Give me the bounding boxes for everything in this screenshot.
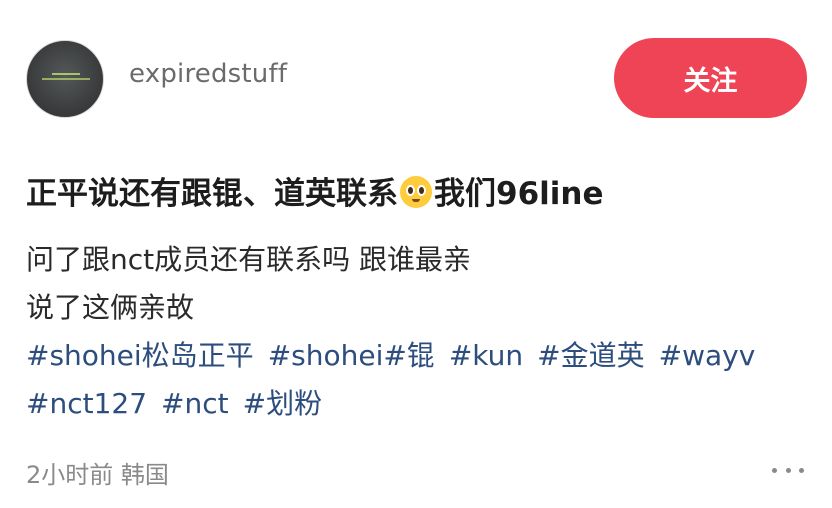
more-dot	[799, 467, 804, 473]
avatar[interactable]	[26, 40, 104, 118]
hashtag-link[interactable]: #划粉	[243, 387, 322, 420]
avatar-screen-text-line	[52, 73, 80, 75]
hashtag-row: #shohei松岛正平 #shohei#锟 #kun #金道英 #wayv	[26, 332, 816, 380]
body-line: 问了跟nct成员还有联系吗 跟谁最亲	[26, 243, 472, 276]
hashtag-list: #shohei松岛正平 #shohei#锟 #kun #金道英 #wayv #nct12…	[26, 332, 816, 428]
more-dot	[785, 467, 791, 473]
emoji-mouth	[412, 199, 420, 202]
hashtag-row: #nct127 #nct #划粉	[26, 380, 816, 428]
hashtag-link[interactable]: #wayv	[659, 339, 756, 372]
post-meta: 2小时前 韩国	[26, 461, 169, 489]
post-header: expiredstuff 关注	[0, 0, 832, 120]
body-line: 说了这俩亲故	[26, 291, 195, 324]
avatar-screen-text-line	[42, 78, 90, 80]
hashtag-link[interactable]: #shohei#锟	[268, 339, 435, 372]
more-dot	[772, 467, 777, 473]
title-text-suffix: 我们96line	[434, 176, 604, 212]
post-title: 正平说还有跟锟、道英联系 我们96line	[26, 168, 816, 213]
username[interactable]: expiredstuff	[129, 59, 287, 89]
follow-button[interactable]: 关注	[614, 38, 807, 118]
post-body: 问了跟nct成员还有联系吗 跟谁最亲 说了这俩亲故	[26, 236, 816, 332]
hashtag-link[interactable]: #nct	[161, 387, 229, 420]
hashtag-link[interactable]: #金道英	[537, 339, 644, 372]
hashtag-link[interactable]: #nct127	[26, 387, 147, 420]
title-text: 正平说还有跟锟、道英联系	[26, 176, 398, 212]
hashtag-link[interactable]: #kun	[449, 339, 523, 372]
pleading-face-emoji-icon	[400, 176, 432, 208]
hashtag-link[interactable]: #shohei松岛正平	[26, 339, 254, 372]
more-dots-icon[interactable]	[772, 458, 804, 482]
emoji-eye	[406, 185, 415, 196]
emoji-eye	[417, 185, 426, 196]
